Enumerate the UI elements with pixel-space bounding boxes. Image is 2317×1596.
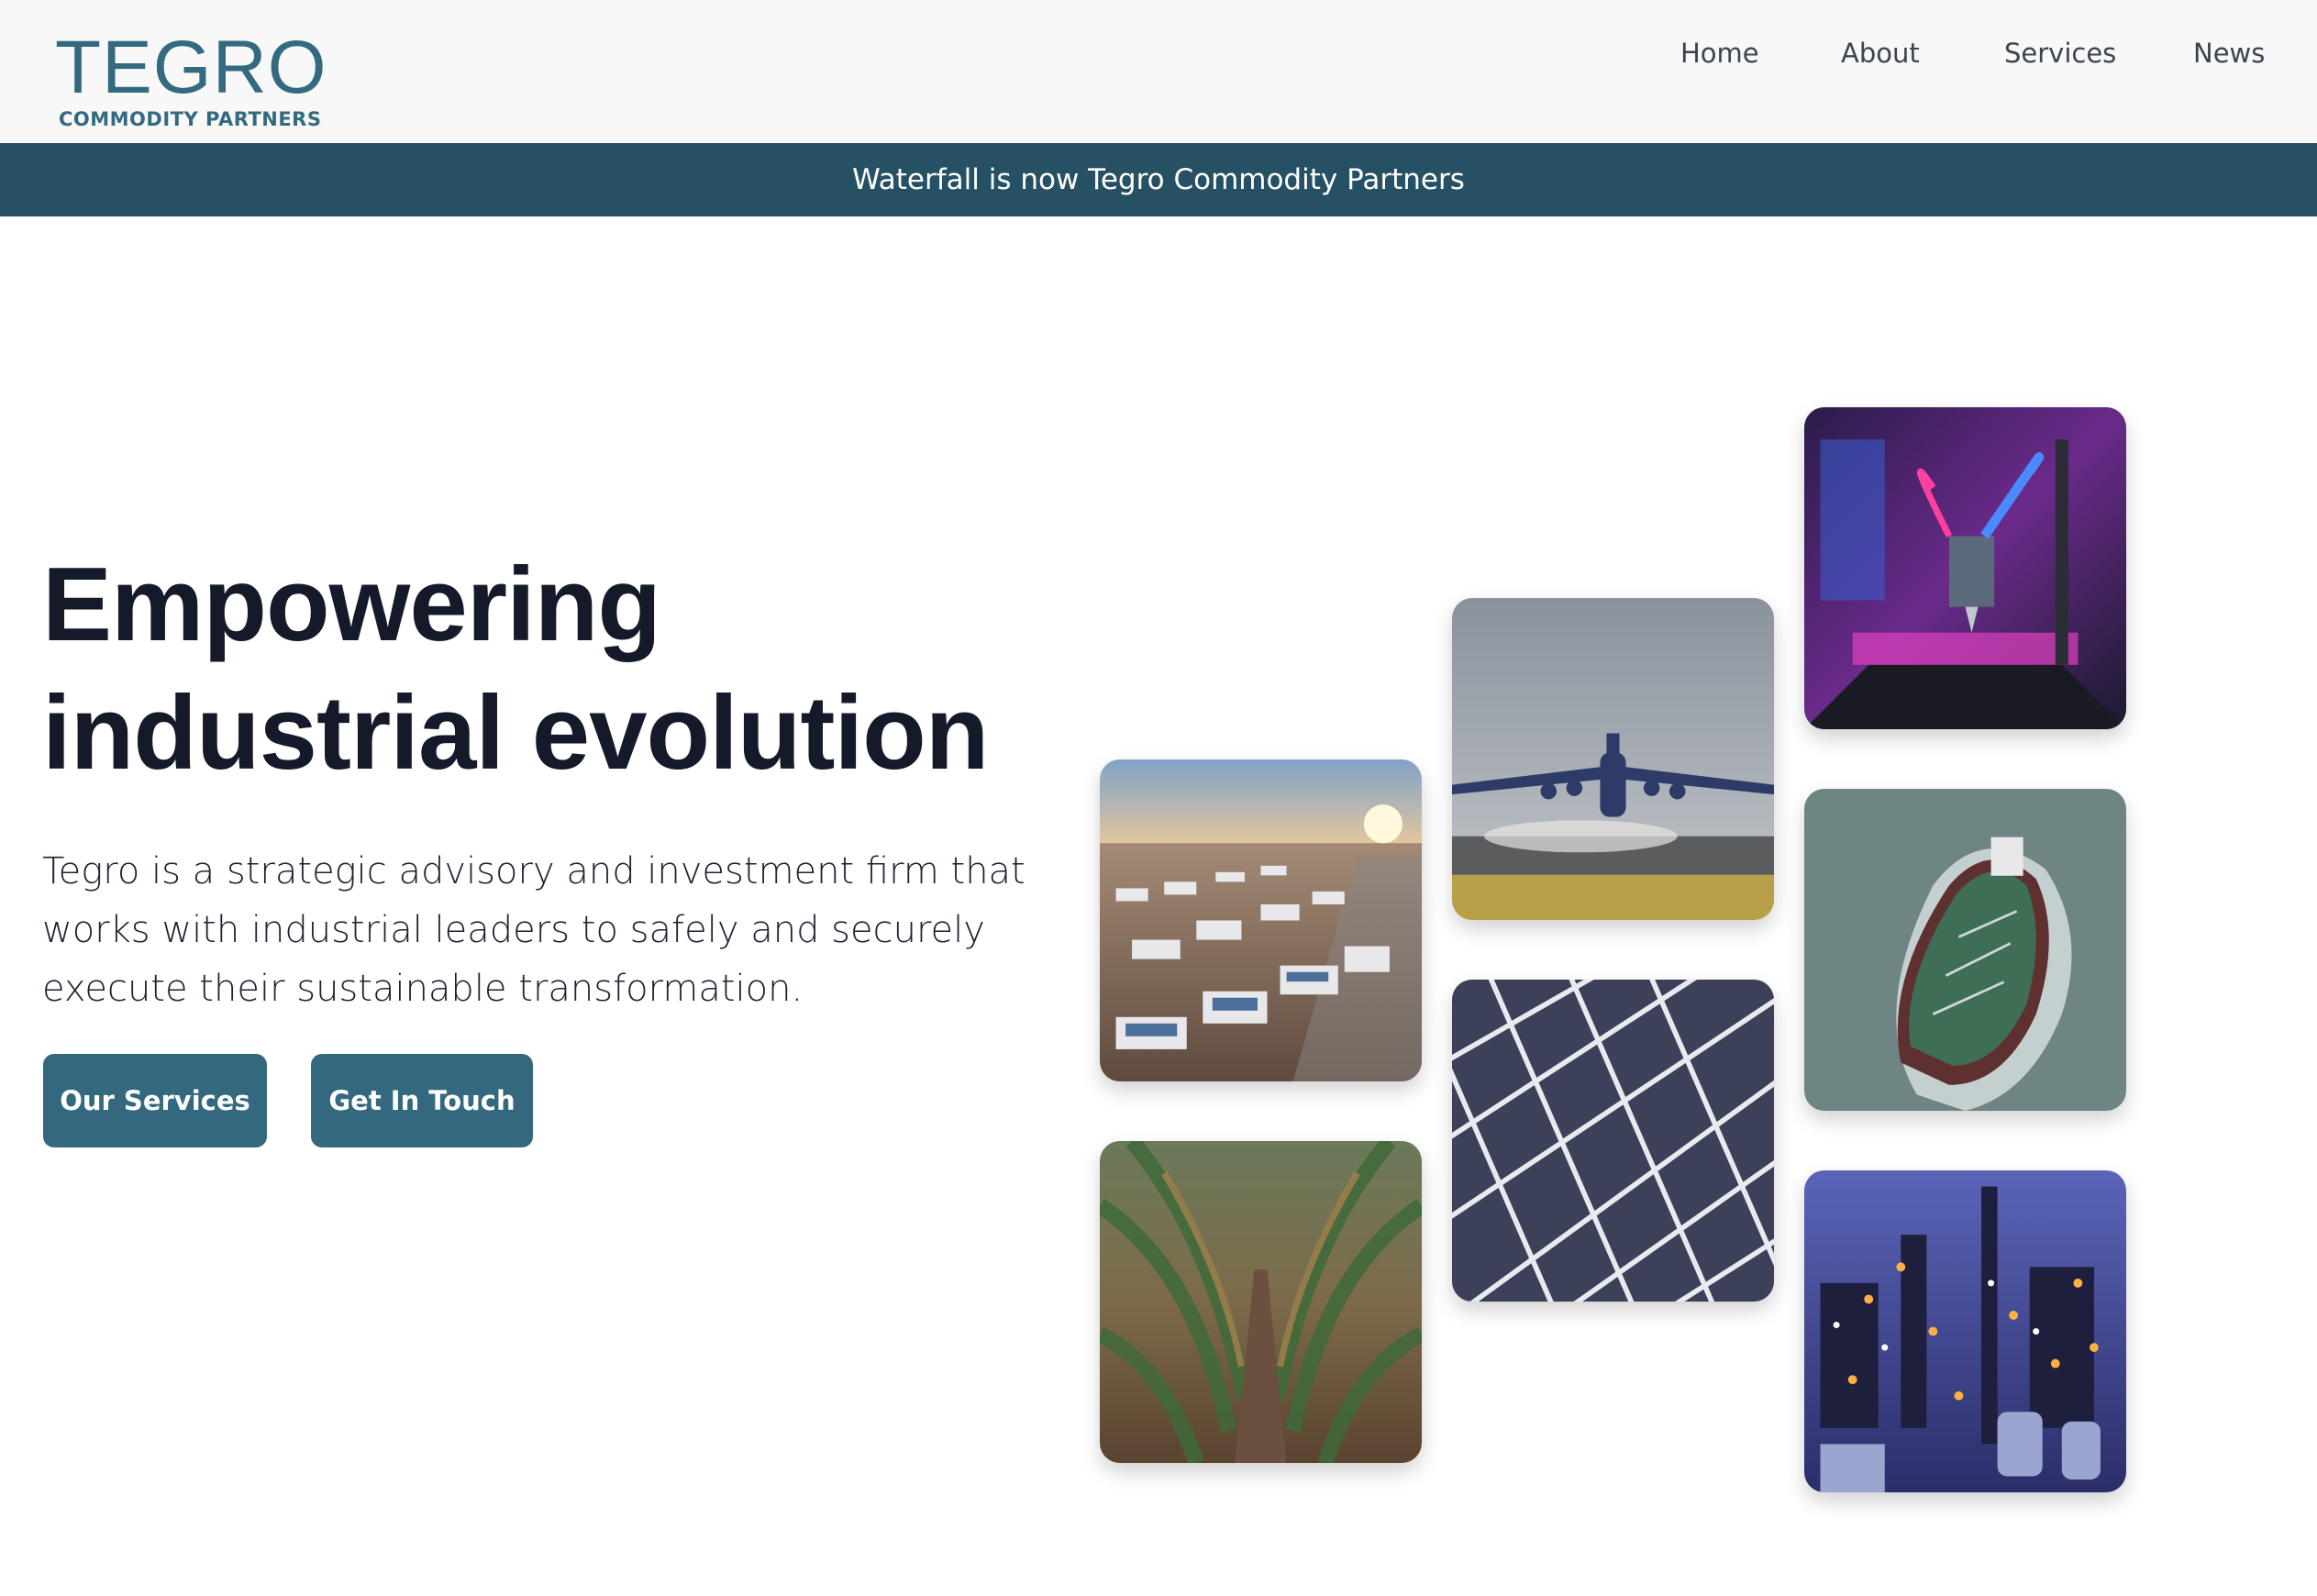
logo-wordmark: TEGRO <box>55 26 327 109</box>
oil-tanker-image <box>1804 789 2126 1111</box>
site-header: TEGRO COMMODITY PARTNERS Home About Serv… <box>0 0 2317 143</box>
hero-description: Tegro is a strategic advisory and invest… <box>42 850 1025 1010</box>
3d-printer-image <box>1804 407 2126 729</box>
nav-home[interactable]: Home <box>1680 35 1759 72</box>
nav-about[interactable]: About <box>1841 35 1920 72</box>
nav-services[interactable]: Services <box>2004 35 2116 72</box>
hero-title-line2: industrial evolution <box>42 675 989 792</box>
banner-text: Waterfall is now Tegro Commodity Partner… <box>852 163 1465 196</box>
get-in-touch-button[interactable]: Get In Touch <box>311 1054 533 1147</box>
our-services-button[interactable]: Our Services <box>43 1054 267 1147</box>
logo[interactable]: TEGRO COMMODITY PARTNERS <box>55 26 327 131</box>
announcement-banner: Waterfall is now Tegro Commodity Partner… <box>0 143 2317 216</box>
battery-storage-image <box>1100 759 1422 1081</box>
solar-panel-image <box>1452 980 1774 1302</box>
cornfield-image <box>1100 1141 1422 1463</box>
refinery-image <box>1804 1170 2126 1492</box>
airplane-image <box>1452 598 1774 920</box>
logo-subtitle: COMMODITY PARTNERS <box>59 108 322 130</box>
hero-title-line1: Empowering <box>42 547 661 663</box>
nav-news[interactable]: News <box>2193 35 2265 72</box>
hero-title: Empowering industrial evolution <box>42 541 1051 798</box>
